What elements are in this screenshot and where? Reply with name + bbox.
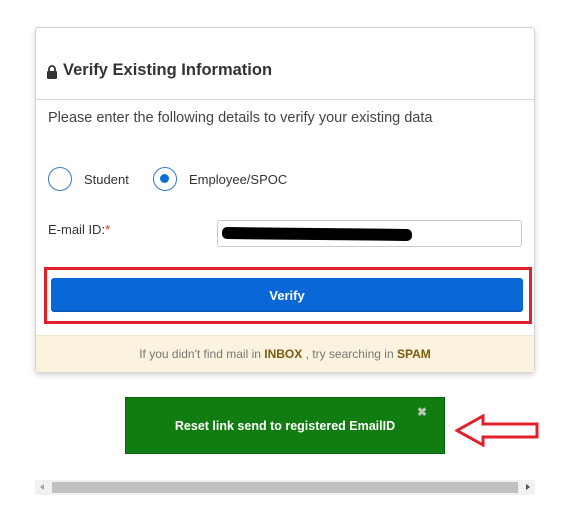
success-toast: Reset link send to registered EmailID ✖: [125, 397, 445, 454]
employee-spoc-radio-label: Employee/SPOC: [189, 171, 288, 187]
email-redaction: [221, 227, 413, 241]
scrollbar-thumb[interactable]: [52, 482, 518, 493]
notice-prefix: If you didn't find mail in: [139, 347, 265, 361]
instructions-text: Please enter the following details to ve…: [48, 110, 433, 126]
lock-icon: [47, 65, 57, 79]
notice-middle: , try searching in: [302, 347, 397, 361]
arrow-annotation-icon: [455, 414, 539, 447]
notice-spam: SPAM: [396, 347, 431, 361]
panel-header: Verify Existing Information: [36, 28, 534, 100]
verify-button[interactable]: Verify: [51, 278, 523, 312]
toast-message: Reset link send to registered EmailID: [174, 419, 396, 433]
panel-title: Verify Existing Information: [63, 61, 273, 79]
verify-panel: Verify Existing Information Please enter…: [35, 27, 535, 372]
email-label: E-mail ID:*: [48, 222, 110, 237]
scroll-right-arrow-icon[interactable]: [520, 480, 535, 495]
employee-spoc-radio-button[interactable]: [153, 167, 177, 191]
notice-inbox: INBOX: [264, 347, 303, 361]
radio-employee-spoc[interactable]: Employee/SPOC: [153, 166, 287, 192]
required-marker: *: [105, 222, 111, 237]
spam-notice: If you didn't find mail in INBOX , try s…: [36, 335, 534, 372]
student-radio-button[interactable]: [48, 167, 72, 191]
scroll-left-arrow-icon[interactable]: [35, 480, 50, 495]
student-radio-label: Student: [84, 171, 129, 187]
close-icon[interactable]: ✖: [417, 406, 427, 418]
horizontal-scrollbar[interactable]: [35, 480, 535, 495]
email-label-text: E-mail ID:: [48, 222, 106, 237]
radio-student[interactable]: Student: [48, 166, 129, 192]
